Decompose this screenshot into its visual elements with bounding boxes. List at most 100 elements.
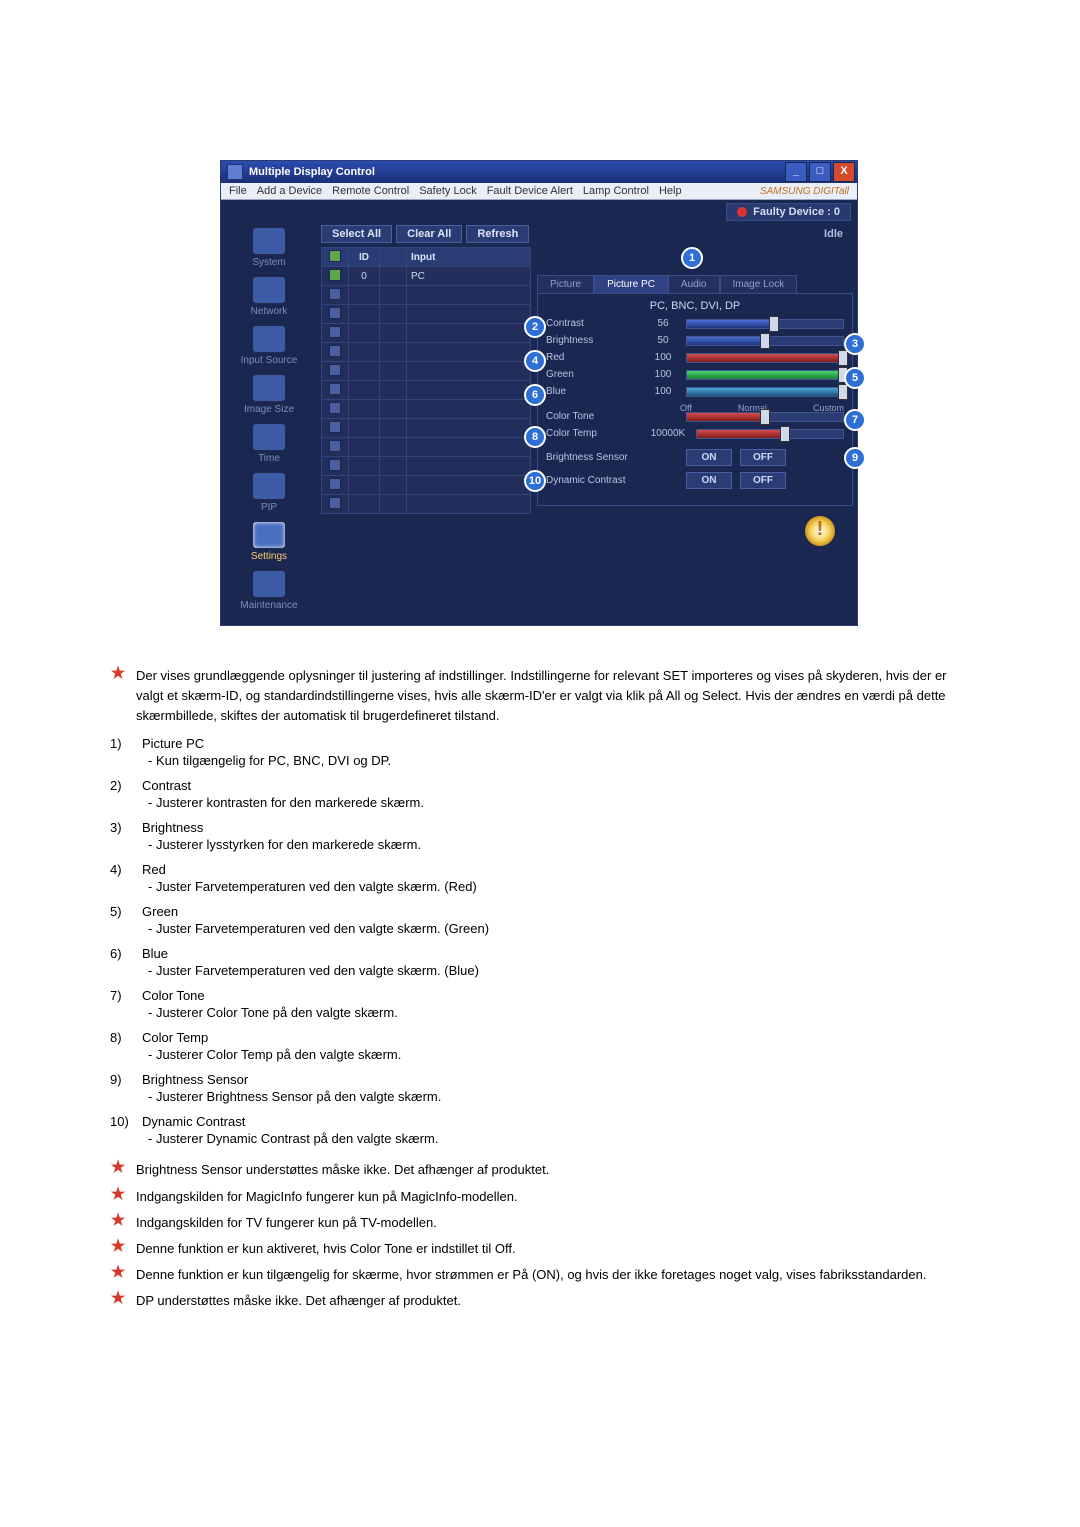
callout-6: 6 (524, 384, 546, 406)
tab-picture-pc[interactable]: Picture PC (594, 275, 668, 293)
item-title: Contrast (142, 778, 970, 793)
item-number: 10) (110, 1114, 132, 1129)
note-text: DP understøttes måske ikke. Det afhænger… (136, 1291, 461, 1311)
menu-safety-lock[interactable]: Safety Lock (419, 185, 476, 197)
color-temp-slider[interactable] (696, 429, 844, 439)
color-tone-slider[interactable] (686, 412, 844, 422)
table-row[interactable]: 0 PC (322, 267, 531, 286)
row-checkbox[interactable] (329, 307, 341, 319)
item-sub: Juster Farvetemperaturen ved den valgte … (148, 921, 970, 936)
description-block: ★ Der vises grundlæggende oplysninger ti… (110, 666, 970, 1311)
menu-remote-control[interactable]: Remote Control (332, 185, 409, 197)
dynamic-contrast-label: Dynamic Contrast (546, 475, 674, 486)
brightness-slider[interactable] (686, 336, 844, 346)
blue-slider[interactable] (686, 387, 844, 397)
row-checkbox[interactable] (329, 459, 341, 471)
sidebar-item-input-source[interactable]: Input Source (225, 325, 313, 366)
menu-help[interactable]: Help (659, 185, 682, 197)
maintenance-icon (252, 570, 286, 598)
faulty-dot-icon (737, 207, 747, 217)
numbered-item: 10) Dynamic Contrast Justerer Dynamic Cont… (110, 1114, 970, 1146)
pip-icon (252, 472, 286, 500)
row-checkbox[interactable] (329, 288, 341, 300)
menu-add-device[interactable]: Add a Device (257, 185, 322, 197)
row-checkbox[interactable] (329, 440, 341, 452)
item-title: Brightness (142, 820, 970, 835)
row-checkbox[interactable] (329, 478, 341, 490)
dynamic-contrast-on[interactable]: ON (686, 472, 732, 489)
menu-fault-device-alert[interactable]: Fault Device Alert (487, 185, 573, 197)
time-icon (252, 423, 286, 451)
header-checkbox[interactable] (329, 250, 341, 262)
numbered-item: 8)Color TempJusterer Color Temp på den v… (110, 1030, 970, 1062)
menu-lamp-control[interactable]: Lamp Control (583, 185, 649, 197)
star-icon: ★ (110, 1265, 126, 1281)
note-item: ★ Denne funktion er kun tilgængelig for s… (110, 1265, 970, 1285)
item-sub: Justerer Dynamic Contrast på den valgte … (148, 1131, 970, 1146)
close-button[interactable]: X (833, 162, 855, 182)
item-title: Color Temp (142, 1030, 970, 1045)
star-icon: ★ (110, 1291, 126, 1307)
sidebar-item-network[interactable]: Network (225, 276, 313, 317)
select-all-button[interactable]: Select All (321, 225, 392, 243)
row-checkbox[interactable] (329, 383, 341, 395)
brightness-value: 50 (646, 335, 680, 346)
row-checkbox[interactable] (329, 497, 341, 509)
menu-file[interactable]: File (229, 185, 247, 197)
col-input[interactable]: Input (407, 248, 531, 267)
green-slider[interactable] (686, 370, 844, 380)
sidebar-item-pip[interactable]: PIP (225, 472, 313, 513)
item-sub: Justerer kontrasten for den markerede sk… (148, 795, 970, 810)
item-title: Picture PC (142, 736, 970, 751)
row-checkbox[interactable] (329, 345, 341, 357)
col-id[interactable]: ID (349, 248, 380, 267)
sidebar-item-settings[interactable]: Settings (225, 521, 313, 562)
row-checkbox[interactable] (329, 421, 341, 433)
item-number: 9) (110, 1072, 132, 1087)
app-window: Multiple Display Control _ □ X File Add … (220, 160, 858, 626)
network-icon (252, 276, 286, 304)
row-checkbox[interactable] (329, 364, 341, 376)
star-icon: ★ (110, 1239, 126, 1255)
row-checkbox[interactable] (329, 269, 341, 281)
minimize-button[interactable]: _ (785, 162, 807, 182)
note-item: ★Denne funktion er kun aktiveret, hvis C… (110, 1239, 970, 1259)
refresh-button[interactable]: Refresh (466, 225, 529, 243)
note-text: Denne funktion er kun tilgængelig for sk… (136, 1265, 926, 1285)
star-icon: ★ (110, 1187, 126, 1203)
numbered-item: 7)Color ToneJusterer Color Tone på den v… (110, 988, 970, 1020)
item-number: 8) (110, 1030, 132, 1045)
star-icon: ★ (110, 1213, 126, 1229)
sidebar-item-maintenance[interactable]: Maintenance (225, 570, 313, 611)
window-title: Multiple Display Control (249, 166, 785, 178)
settings-icon (252, 521, 286, 549)
tab-image-lock[interactable]: Image Lock (720, 275, 798, 293)
item-sub: Juster Farvetemperaturen ved den valgte … (148, 963, 970, 978)
tab-audio[interactable]: Audio (668, 275, 720, 293)
item-title: Dynamic Contrast (142, 1114, 970, 1129)
brightness-sensor-off[interactable]: OFF (740, 449, 786, 466)
row-id: 0 (349, 267, 380, 286)
item-title: Blue (142, 946, 970, 961)
row-checkbox[interactable] (329, 326, 341, 338)
contrast-value: 56 (646, 318, 680, 329)
tab-picture[interactable]: Picture (537, 275, 594, 293)
contrast-slider[interactable] (686, 319, 844, 329)
row-checkbox[interactable] (329, 402, 341, 414)
image-size-icon (252, 374, 286, 402)
sidebar-item-image-size[interactable]: Image Size (225, 374, 313, 415)
numbered-item: 1)Picture PCKun tilgængelig for PC, BNC,… (110, 736, 970, 768)
intro-text: Der vises grundlæggende oplysninger til … (136, 666, 970, 726)
brightness-sensor-on[interactable]: ON (686, 449, 732, 466)
callout-2: 2 (524, 316, 546, 338)
clear-all-button[interactable]: Clear All (396, 225, 462, 243)
maximize-button[interactable]: □ (809, 162, 831, 182)
red-slider[interactable] (686, 353, 844, 363)
item-title: Brightness Sensor (142, 1072, 970, 1087)
contrast-label: Contrast (546, 318, 640, 329)
faulty-device-pill: Faulty Device : 0 (726, 203, 851, 221)
sidebar-item-system[interactable]: System (225, 227, 313, 268)
green-value: 100 (646, 369, 680, 380)
sidebar-item-time[interactable]: Time (225, 423, 313, 464)
dynamic-contrast-off[interactable]: OFF (740, 472, 786, 489)
